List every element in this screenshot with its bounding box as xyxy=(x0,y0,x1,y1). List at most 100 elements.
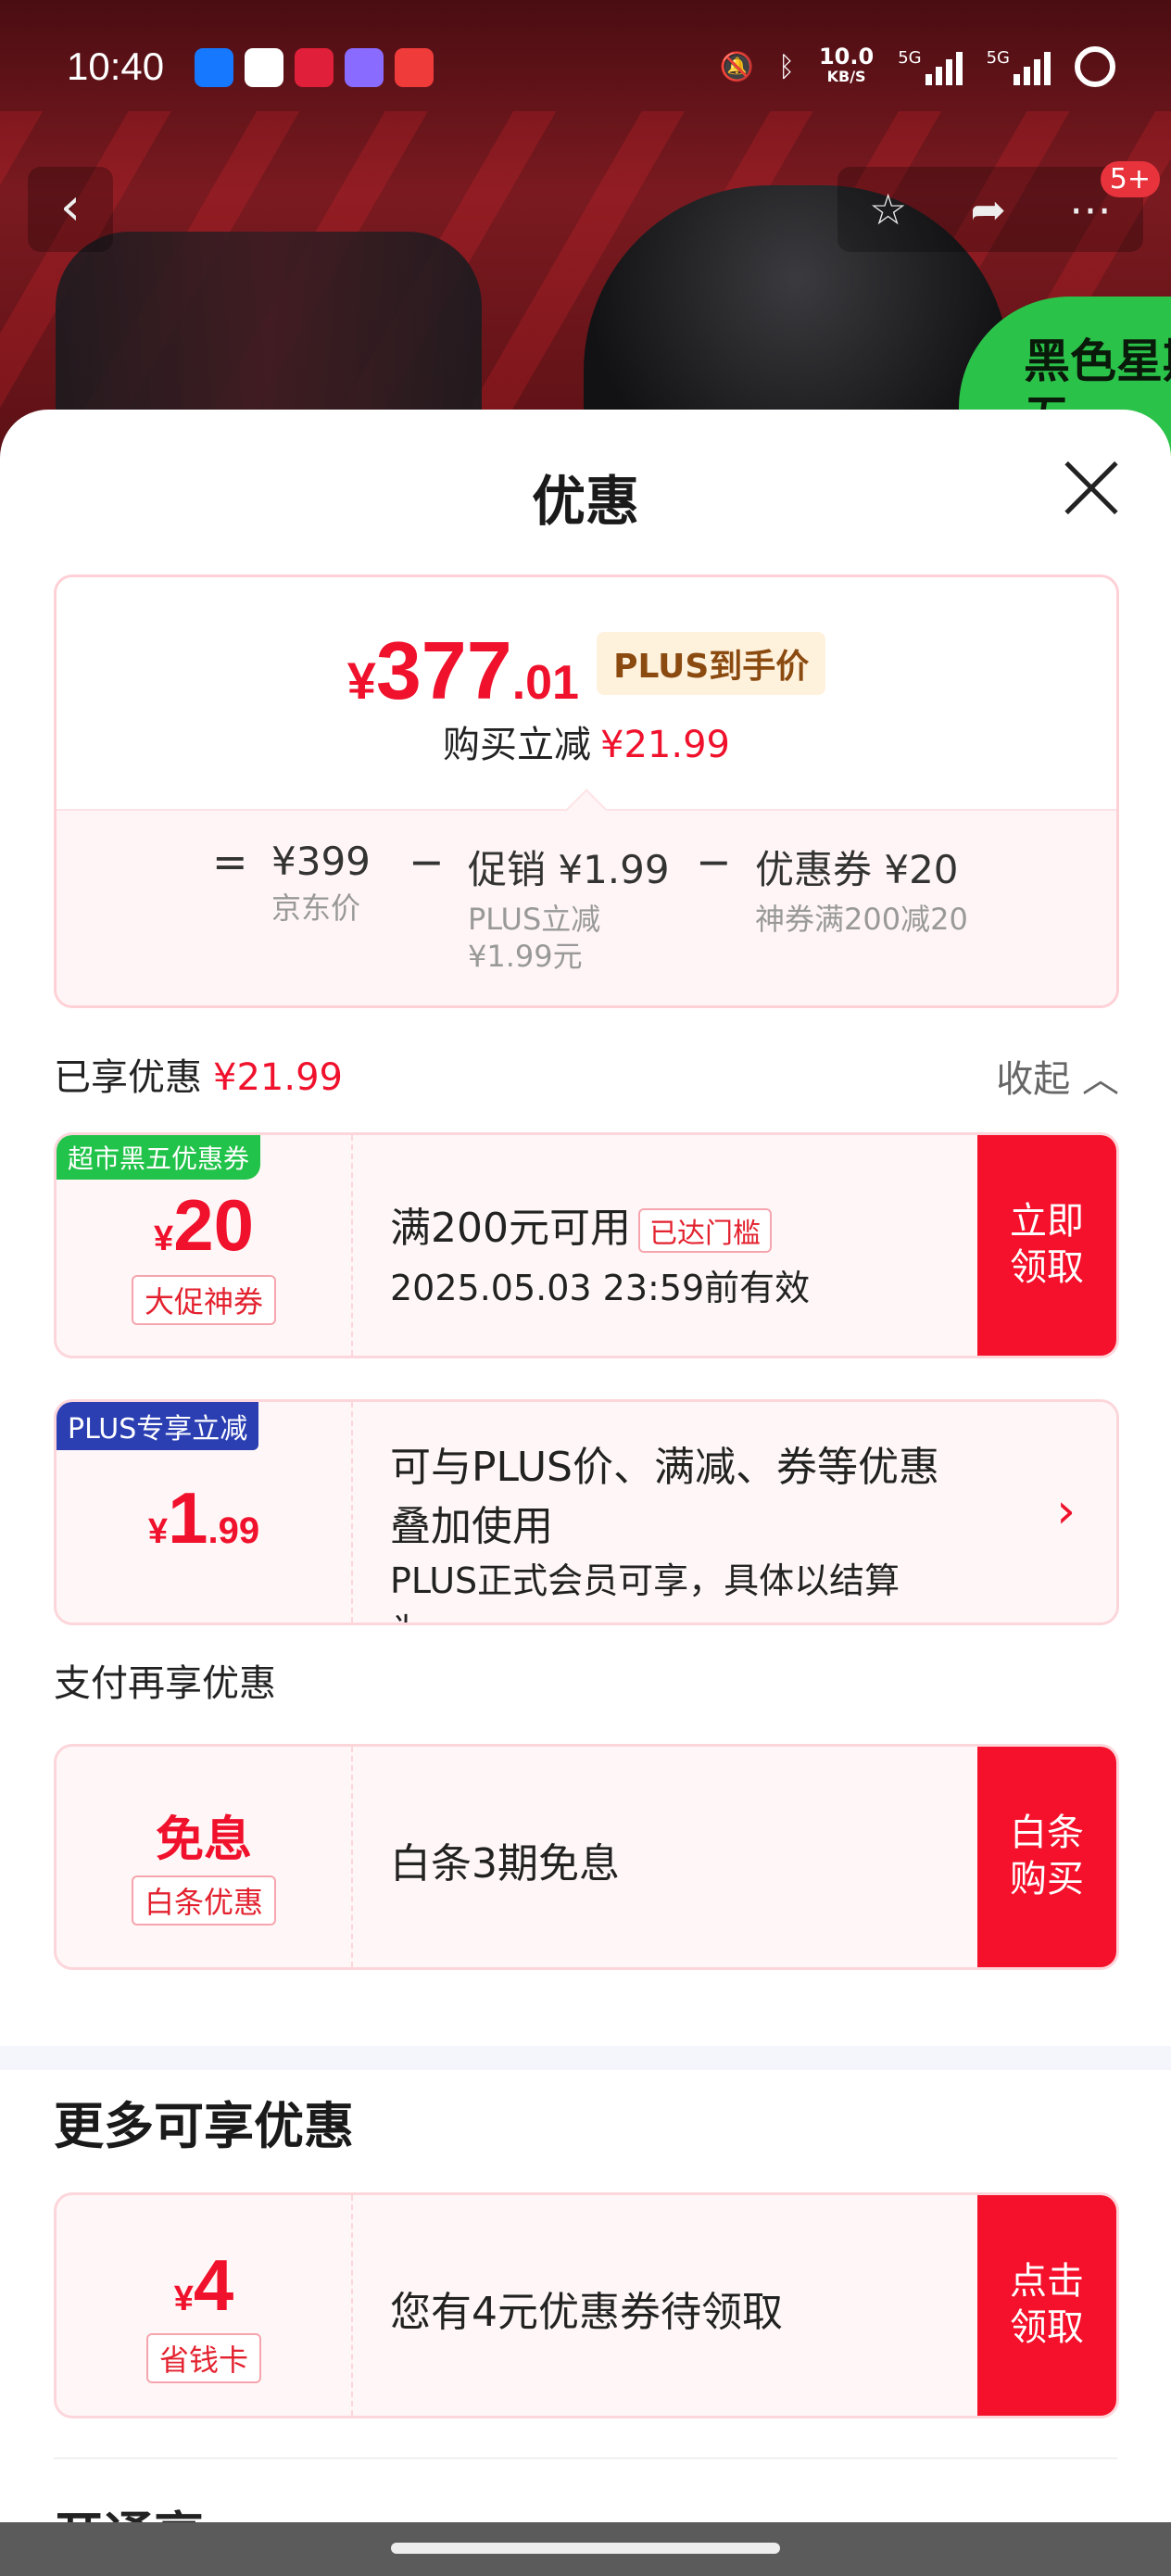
network-speed: 10.0 KB/S xyxy=(818,44,875,87)
collapse-label: 收起 xyxy=(996,1058,1071,1101)
banner-players-image xyxy=(56,232,482,417)
baitiao-tag: 白条优惠 xyxy=(131,1875,276,1926)
app-icon-2 xyxy=(345,48,384,87)
coupon-amount: ¥20 xyxy=(57,1183,351,1268)
home-indicator[interactable] xyxy=(391,2543,780,2554)
bluetooth-icon: ᛒ xyxy=(777,50,795,83)
plus-corner-label: PLUS专享立减 xyxy=(57,1402,259,1450)
gesture-bar xyxy=(0,2522,1171,2576)
app-icon xyxy=(245,48,283,87)
formula-minus-2: − xyxy=(696,837,732,887)
final-price-value: ¥377.01 xyxy=(347,624,579,718)
plus-amount: ¥1.99 xyxy=(57,1476,351,1560)
plus-details: 可与PLUS价、满减、券等优惠 叠加使用 PLUS正式会员可享，具体以结算为..… xyxy=(390,1402,968,1623)
promo-value: 促销 ¥1.99 xyxy=(468,847,670,892)
coupon-card-supermarket[interactable]: ¥20 大促神券 超市黑五优惠券 满200元可用 已达门槛 2025.05.03 … xyxy=(54,1132,1119,1358)
baitiao-buy-button[interactable]: 白条 购买 xyxy=(977,1747,1116,1967)
claim-line1: 立即 xyxy=(1010,1200,1084,1243)
formula-equals: = xyxy=(212,837,248,887)
claim-line2: 领取 xyxy=(1010,1246,1084,1289)
formula-promo: 促销 ¥1.99 PLUS立减 ¥1.99元 xyxy=(468,839,670,975)
final-price: ¥377.01 PLUS到手价 xyxy=(57,624,1116,718)
battery-ring-icon xyxy=(1075,46,1115,87)
plus-amount-dec: .99 xyxy=(208,1510,260,1551)
promo-desc-line2: ¥1.99元 xyxy=(468,939,583,974)
instant-discount: 购买立减 ¥21.99 xyxy=(57,714,1116,768)
payment-section-label: 支付再享优惠 xyxy=(54,1662,276,1705)
final-price-currency: ¥ xyxy=(346,651,376,710)
threshold-reached-badge: 已达门槛 xyxy=(637,1208,772,1253)
instant-discount-value: ¥21.99 xyxy=(600,724,730,766)
baitiao-action-line1: 白条 xyxy=(1010,1812,1084,1854)
savings-action-line2: 领取 xyxy=(1010,2306,1084,2349)
coupon-validity: 2025.05.03 23:59前有效 xyxy=(390,1268,811,1308)
plus-currency: ¥ xyxy=(147,1512,169,1551)
instant-discount-label: 购买立减 xyxy=(443,724,592,766)
message-badge: 5+ xyxy=(1100,161,1160,197)
toutiao-icon xyxy=(395,48,434,87)
final-price-dec: .01 xyxy=(511,656,579,710)
tmall-icon xyxy=(295,48,334,87)
sheet-title: 优惠 xyxy=(531,470,639,533)
signal-icon-2: 5G xyxy=(987,48,1051,85)
savings-claim-button[interactable]: 点击 领取 xyxy=(977,2195,1116,2416)
plus-price-tag: PLUS到手价 xyxy=(597,632,826,695)
savings-left: ¥4 省钱卡 xyxy=(57,2195,353,2416)
discount-sheet: 优惠 ¥377.01 PLUS到手价 购买立减 ¥21.99 = ¥399 京东价… xyxy=(0,410,1171,2576)
product-top-nav: ‹ ☆ ➦ ⋯ 5+ xyxy=(28,161,1160,252)
list-divider xyxy=(54,2457,1117,2459)
coupon-value: 优惠券 ¥20 xyxy=(755,847,959,892)
collapse-button[interactable]: 收起 ︿ xyxy=(996,1049,1119,1103)
coupon-condition: 满200元可用 已达门槛 xyxy=(390,1194,968,1254)
alipay-icon xyxy=(195,48,233,87)
baitiao-details: 白条3期免息 xyxy=(390,1747,968,1967)
back-icon[interactable]: ‹ xyxy=(28,167,113,252)
plus-discount-card[interactable]: ¥1.99 PLUS专享立减 可与PLUS价、满减、券等优惠 叠加使用 PLUS… xyxy=(54,1399,1119,1625)
savings-tag: 省钱卡 xyxy=(145,2333,261,2383)
price-formula: = ¥399 京东价 − 促销 ¥1.99 PLUS立减 ¥1.99元 − 优惠… xyxy=(57,809,1116,1005)
baitiao-card[interactable]: 免息 白条优惠 白条3期免息 白条 购买 xyxy=(54,1744,1119,1970)
close-icon[interactable] xyxy=(1062,458,1121,517)
chevron-right-icon[interactable]: › xyxy=(1056,1484,1076,1539)
signal-label-2: 5G xyxy=(986,48,1010,68)
promo-desc-line1: PLUS立减 xyxy=(468,902,601,937)
share-icon[interactable]: ➦ xyxy=(970,184,1006,234)
status-time: 10:40 xyxy=(67,44,165,88)
formula-minus-1: − xyxy=(409,837,445,887)
final-price-int: 377 xyxy=(375,625,512,716)
baitiao-title: 白条3期免息 xyxy=(390,1840,620,1888)
plus-title-line1: 可与PLUS价、满减、券等优惠 xyxy=(390,1444,939,1491)
price-summary: ¥377.01 PLUS到手价 购买立减 ¥21.99 = ¥399 京东价 − … xyxy=(54,575,1119,1008)
mute-icon: 🔕 xyxy=(719,50,754,83)
coupon-details: 满200元可用 已达门槛 2025.05.03 23:59前有效 xyxy=(390,1135,968,1356)
coupon-type-tag: 大促神券 xyxy=(131,1275,276,1325)
status-bar: 10:40 🔕 ᛒ 10.0 KB/S 5G 5G xyxy=(0,37,1171,102)
favorite-star-icon[interactable]: ☆ xyxy=(869,184,907,234)
coupon-currency: ¥ xyxy=(154,1219,174,1258)
jd-price-desc: 京东价 xyxy=(271,890,361,926)
savings-amount: ¥4 xyxy=(57,2243,351,2328)
enjoyed-value: ¥21.99 xyxy=(213,1056,343,1099)
savings-action-line1: 点击 xyxy=(1010,2260,1084,2303)
savings-title: 您有4元优惠券待领取 xyxy=(390,2289,783,2336)
baitiao-left: 免息 白条优惠 xyxy=(57,1747,353,1967)
coupon-corner-label: 超市黑五优惠券 xyxy=(57,1135,261,1180)
formula-coupon: 优惠券 ¥20 神券满200减20 xyxy=(755,839,968,938)
savings-card[interactable]: ¥4 省钱卡 您有4元优惠券待领取 点击 领取 xyxy=(54,2192,1119,2418)
claim-coupon-button[interactable]: 立即 领取 xyxy=(977,1135,1116,1356)
jd-price-value: ¥399 xyxy=(271,839,371,884)
formula-jd-price: ¥399 京东价 xyxy=(271,839,371,927)
savings-currency: ¥ xyxy=(173,2279,194,2318)
notification-icons xyxy=(195,48,434,87)
coupon-condition-text: 满200元可用 xyxy=(390,1205,631,1252)
chevron-up-icon: ︿ xyxy=(1082,1058,1119,1101)
plus-desc: PLUS正式会员可享，具体以结算为... xyxy=(390,1560,900,1623)
signal-label-1: 5G xyxy=(898,48,922,68)
savings-details: 您有4元优惠券待领取 xyxy=(390,2195,968,2416)
baitiao-main: 免息 xyxy=(155,1813,252,1867)
more-discounts-title: 更多可享优惠 xyxy=(54,2097,354,2155)
coupon-desc: 神券满200减20 xyxy=(755,902,968,937)
network-speed-value: 10.0 xyxy=(818,44,875,69)
nav-actions: ☆ ➦ ⋯ xyxy=(837,167,1143,252)
coupon-amount-value: 20 xyxy=(173,1184,254,1266)
